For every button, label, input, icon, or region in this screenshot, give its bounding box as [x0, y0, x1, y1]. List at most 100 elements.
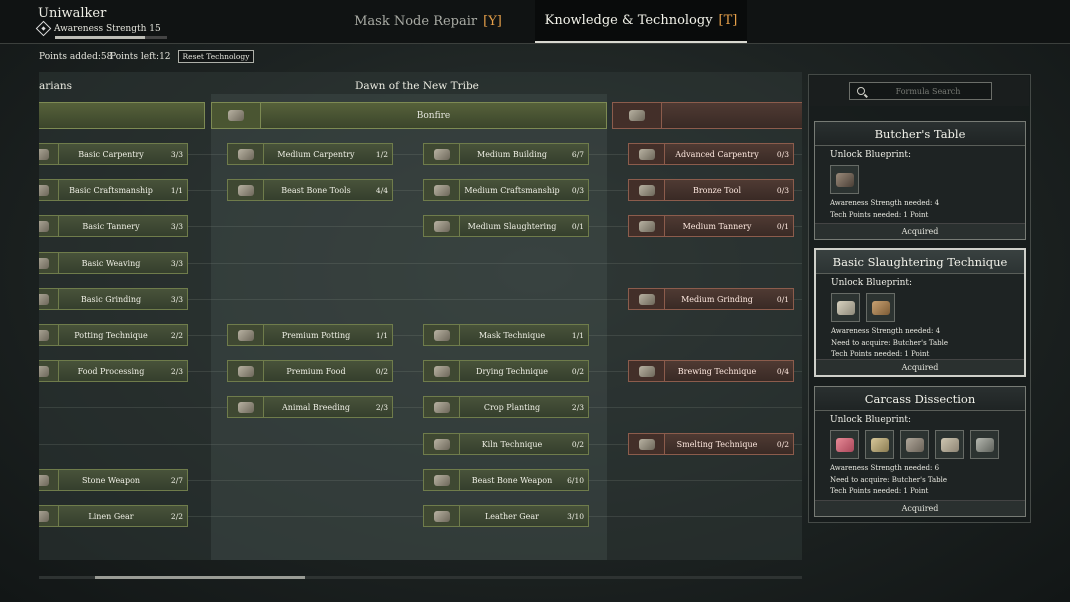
tech-node-animal-breeding[interactable]: Animal Breeding 2/3	[227, 396, 393, 418]
tech-node-medium-grinding[interactable]: Medium Grinding 0/1	[628, 288, 794, 310]
tech-node-icon	[629, 434, 665, 454]
meat-icon[interactable]	[830, 430, 859, 459]
tech-node-icon	[424, 397, 460, 417]
tab-label: Knowledge & Technology	[544, 13, 713, 28]
tech-node-label: Food Processing	[77, 366, 145, 376]
tech-node-food-processing[interactable]: Food Processing 2/3	[39, 360, 188, 382]
tech-node-premium-potting[interactable]: Premium Potting 1/1	[227, 324, 393, 346]
era-bar-right[interactable]	[612, 102, 802, 129]
awareness-progress-fill	[55, 36, 145, 39]
tech-node-label: Stone Weapon	[81, 475, 141, 485]
tech-node-icon	[424, 325, 460, 345]
butchers-table-icon[interactable]	[830, 165, 859, 194]
formula-search-input[interactable]: Formula Search	[849, 82, 992, 100]
tech-node-linen-gear[interactable]: Linen Gear 2/2	[39, 505, 188, 527]
tech-node-premium-food[interactable]: Premium Food 0/2	[227, 360, 393, 382]
tech-node-icon	[424, 180, 460, 200]
tech-node-label: Premium Potting	[281, 330, 351, 340]
tech-node-icon	[424, 216, 460, 236]
tech-node-brewing-technique[interactable]: Brewing Technique 0/4	[628, 360, 794, 382]
tab-knowledge-technology[interactable]: Knowledge & Technology [T]	[535, 0, 747, 43]
tech-node-advanced-carpentry[interactable]: Advanced Carpentry 0/3	[628, 143, 794, 165]
tech-node-count: 3/3	[170, 258, 183, 268]
tech-node-icon	[39, 253, 59, 273]
blueprint-card-basic-slaughtering-technique[interactable]: Basic Slaughtering Technique Unlock Bluep…	[814, 248, 1026, 377]
requirement-text: Need to acquire: Butcher's Table	[830, 475, 948, 484]
tech-node-beast-bone-tools[interactable]: Beast Bone Tools 4/4	[227, 179, 393, 201]
tech-node-label: Basic Tannery	[82, 221, 140, 231]
stone-icon[interactable]	[900, 430, 929, 459]
tech-node-icon	[629, 361, 665, 381]
tech-node-count: 2/2	[170, 511, 183, 521]
scrollbar-thumb[interactable]	[95, 576, 305, 579]
tab-hotkey: [T]	[718, 13, 738, 28]
tech-node-icon	[629, 180, 665, 200]
tech-node-bronze-tool[interactable]: Bronze Tool 0/3	[628, 179, 794, 201]
bonfire-icon	[212, 103, 261, 128]
tech-node-label: Crop Planting	[483, 402, 541, 412]
hide-icon[interactable]	[866, 293, 895, 322]
acquired-status: Acquired	[816, 359, 1024, 375]
tab-label: Mask Node Repair	[354, 14, 478, 29]
tech-node-count: 3/3	[170, 221, 183, 231]
requirement-text: Tech Points needed: 1 Point	[830, 210, 929, 219]
scale-icon[interactable]	[970, 430, 999, 459]
requirement-text: Need to acquire: Butcher's Table	[831, 338, 949, 347]
era-bar-left	[39, 102, 205, 129]
tech-node-drying-technique[interactable]: Drying Technique 0/2	[423, 360, 589, 382]
tech-node-beast-bone-weapon[interactable]: Beast Bone Weapon 6/10	[423, 469, 589, 491]
tech-node-crop-planting[interactable]: Crop Planting 2/3	[423, 396, 589, 418]
tech-node-medium-slaughtering[interactable]: Medium Slaughtering 0/1	[423, 215, 589, 237]
tech-node-kiln-technique[interactable]: Kiln Technique 0/2	[423, 433, 589, 455]
blueprint-card-butcher-s-table[interactable]: Butcher's Table Unlock Blueprint: Awarenes…	[814, 121, 1026, 240]
tech-node-basic-carpentry[interactable]: Basic Carpentry 3/3	[39, 143, 188, 165]
tech-node-icon	[39, 289, 59, 309]
awareness-diamond-icon	[35, 20, 52, 37]
tech-node-count: 0/3	[776, 149, 789, 159]
tech-node-label: Beast Bone Tools	[281, 185, 351, 195]
horizontal-scrollbar[interactable]	[39, 576, 802, 579]
tech-node-label: Premium Food	[286, 366, 346, 376]
tech-node-count: 3/3	[170, 149, 183, 159]
card-title: Basic Slaughtering Technique	[816, 250, 1024, 274]
tech-node-medium-carpentry[interactable]: Medium Carpentry 1/2	[227, 143, 393, 165]
leather-icon[interactable]	[935, 430, 964, 459]
tech-node-count: 3/3	[170, 294, 183, 304]
blueprint-card-carcass-dissection[interactable]: Carcass Dissection Unlock Blueprint: Aware…	[814, 386, 1026, 517]
blueprint-icons	[815, 425, 1025, 459]
tech-node-label: Kiln Technique	[481, 439, 543, 449]
tech-node-label: Bronze Tool	[692, 185, 742, 195]
tech-tree[interactable]: arians Dawn of the New Tribe Bonfire Bas…	[39, 72, 802, 560]
tech-node-basic-craftsmanship[interactable]: Basic Craftsmanship 1/1	[39, 179, 188, 201]
tab-mask-node-repair[interactable]: Mask Node Repair [Y]	[338, 0, 518, 43]
tech-node-label: Drying Technique	[476, 366, 548, 376]
tech-node-basic-weaving[interactable]: Basic Weaving 3/3	[39, 252, 188, 274]
tech-node-leather-gear[interactable]: Leather Gear 3/10	[423, 505, 589, 527]
reset-technology-button[interactable]: Reset Technology	[178, 50, 254, 63]
tech-node-count: 1/1	[375, 330, 388, 340]
tech-node-count: 2/3	[170, 366, 183, 376]
search-placeholder: Formula Search	[895, 86, 961, 96]
tech-node-basic-tannery[interactable]: Basic Tannery 3/3	[39, 215, 188, 237]
tech-node-label: Leather Gear	[484, 511, 539, 521]
feather-icon[interactable]	[831, 293, 860, 322]
tech-node-icon	[228, 325, 264, 345]
points-left: Points left:12	[110, 52, 171, 62]
tech-node-icon	[424, 434, 460, 454]
tech-node-medium-craftsmanship[interactable]: Medium Craftsmanship 0/3	[423, 179, 589, 201]
top-header: Uniwalker Awareness Strength 15 Mask Nod…	[0, 0, 1070, 44]
bone-icon[interactable]	[865, 430, 894, 459]
tech-node-stone-weapon[interactable]: Stone Weapon 2/7	[39, 469, 188, 491]
tech-node-medium-building[interactable]: Medium Building 6/7	[423, 143, 589, 165]
tech-node-icon	[39, 216, 59, 236]
tech-node-smelting-technique[interactable]: Smelting Technique 0/2	[628, 433, 794, 455]
tech-node-count: 0/4	[776, 366, 789, 376]
tech-node-count: 0/3	[776, 185, 789, 195]
tech-node-potting-technique[interactable]: Potting Technique 2/2	[39, 324, 188, 346]
tech-node-icon	[39, 180, 59, 200]
tech-node-medium-tannery[interactable]: Medium Tannery 0/1	[628, 215, 794, 237]
tech-node-basic-grinding[interactable]: Basic Grinding 3/3	[39, 288, 188, 310]
tech-node-mask-technique[interactable]: Mask Technique 1/1	[423, 324, 589, 346]
tech-node-label: Mask Technique	[478, 330, 546, 340]
bonfire-node[interactable]: Bonfire	[211, 102, 607, 129]
